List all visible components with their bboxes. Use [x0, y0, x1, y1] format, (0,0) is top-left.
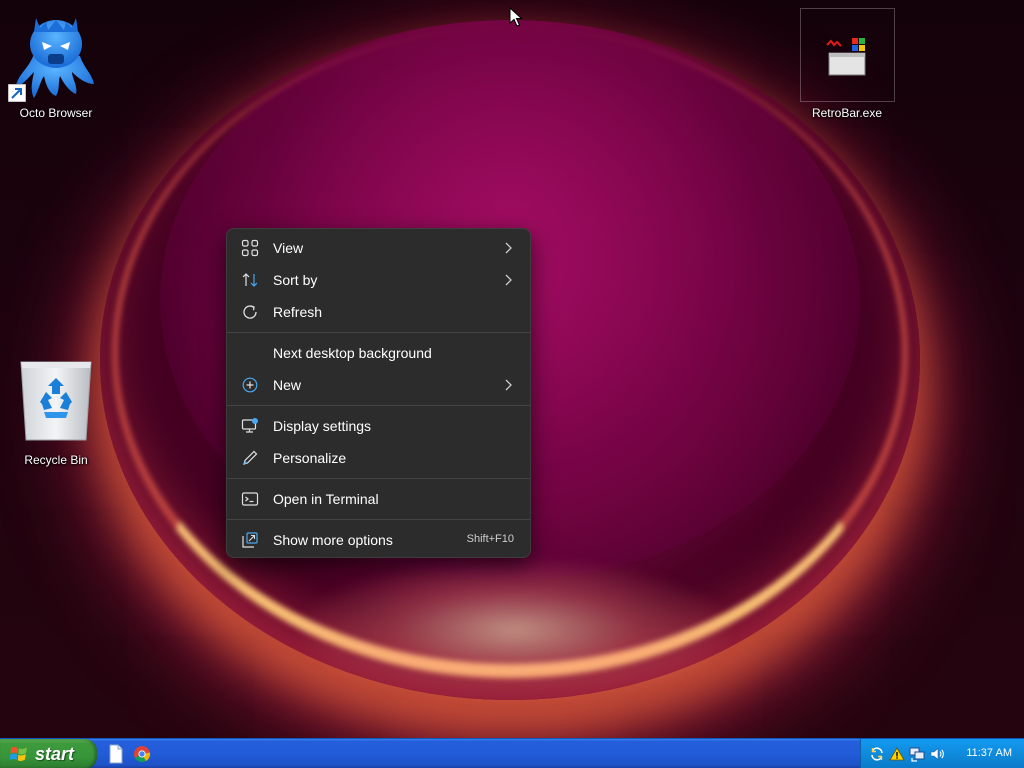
terminal-icon — [241, 492, 259, 506]
chevron-right-icon — [505, 242, 512, 254]
desktop-icon-recycle-bin[interactable]: Recycle Bin — [8, 356, 104, 467]
chevron-right-icon — [505, 379, 512, 391]
octopus-icon — [8, 12, 104, 102]
chevron-right-icon — [505, 274, 512, 286]
sync-icon[interactable] — [869, 746, 885, 762]
menu-item-next-desktop-background[interactable]: Next desktop background — [231, 337, 526, 369]
network-icon[interactable] — [909, 746, 925, 762]
menu-item-label: Refresh — [273, 304, 323, 320]
desktop-icon-label: RetroBar.exe — [811, 106, 883, 120]
menu-item-new[interactable]: New — [231, 369, 526, 401]
desktop-icon-retrobar[interactable]: RetroBar.exe — [799, 8, 895, 120]
windows-flag-icon — [9, 747, 27, 761]
menu-item-label: Next desktop background — [273, 345, 432, 361]
display-settings-icon — [241, 418, 258, 433]
menu-item-label: View — [273, 240, 304, 256]
system-tray: 11:37 AM — [860, 739, 1024, 768]
more-options-icon — [242, 532, 258, 548]
menu-item-sort-by[interactable]: Sort by — [231, 264, 526, 296]
wallpaper-floor-glow — [300, 560, 730, 700]
menu-item-open-in-terminal[interactable]: Open in Terminal — [231, 483, 526, 515]
menu-item-label: Personalize — [273, 450, 347, 466]
shortcut-hint: Shift+F10 — [466, 533, 514, 545]
desktop-icon-label: Recycle Bin — [24, 453, 88, 467]
grid-view-icon — [241, 239, 259, 257]
start-label: start — [35, 743, 75, 764]
clock[interactable]: 11:37 AM — [966, 747, 1012, 759]
volume-icon[interactable] — [929, 746, 945, 762]
menu-item-label: Show more options — [273, 532, 393, 548]
chrome-icon[interactable] — [133, 744, 151, 764]
menu-item-label: New — [273, 377, 302, 393]
menu-separator — [227, 405, 530, 406]
refresh-icon — [243, 305, 257, 319]
recycle-bin-icon — [20, 361, 92, 441]
mouse-cursor-icon — [509, 7, 523, 27]
warning-icon[interactable] — [889, 746, 905, 762]
menu-separator — [227, 478, 530, 479]
taskbar: start 11:37 AM — [0, 738, 1024, 768]
desktop-context-menu: View Sort by Refresh Next desktop backgr… — [226, 228, 531, 558]
menu-item-label: Open in Terminal — [273, 491, 379, 507]
menu-item-personalize[interactable]: Personalize — [231, 442, 526, 474]
menu-item-view[interactable]: View — [231, 232, 526, 264]
plus-circle-icon — [242, 377, 258, 393]
menu-item-label: Display settings — [273, 418, 372, 434]
menu-separator — [227, 519, 530, 520]
menu-item-display-settings[interactable]: Display settings — [231, 410, 526, 442]
menu-item-refresh[interactable]: Refresh — [231, 296, 526, 328]
retrobar-icon — [799, 8, 895, 102]
sort-arrows-icon — [242, 273, 258, 287]
pen-icon — [243, 450, 258, 465]
menu-separator — [227, 332, 530, 333]
start-button[interactable]: start — [0, 739, 97, 768]
menu-item-label: Sort by — [273, 272, 318, 288]
menu-item-show-more-options[interactable]: Show more options Shift+F10 — [231, 524, 526, 556]
shortcut-arrow-icon — [8, 84, 26, 102]
desktop-icon-label: Octo Browser — [19, 106, 93, 120]
desktop-icon-octo-browser[interactable]: Octo Browser — [8, 12, 104, 120]
document-icon[interactable] — [107, 744, 125, 764]
